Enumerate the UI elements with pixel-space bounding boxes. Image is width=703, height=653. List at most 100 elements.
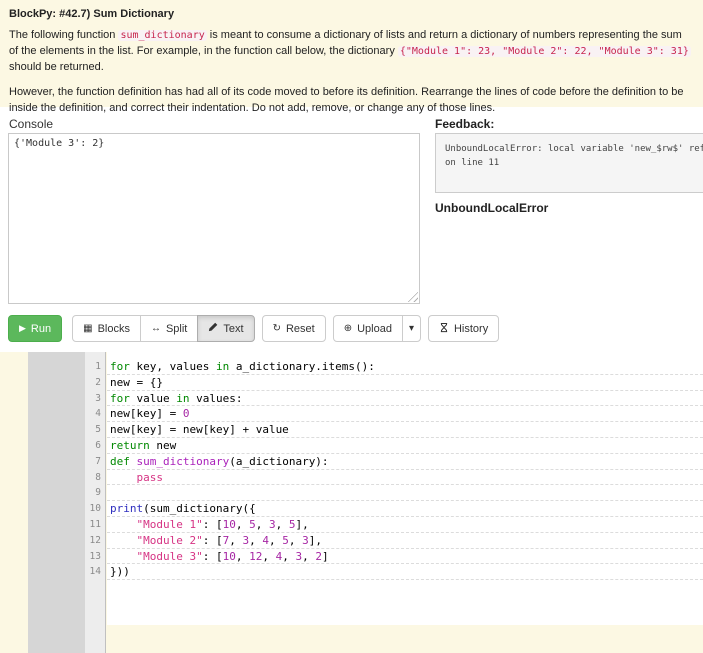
token: in — [176, 391, 190, 405]
token: : [ — [202, 533, 223, 547]
token: sum_dictionary — [136, 454, 230, 468]
inline-code: sum_dictionary — [118, 29, 207, 41]
feedback-line-1: UnboundLocalError: local variable 'new_$… — [445, 144, 703, 154]
upload-dropdown-button[interactable]: ▾ — [401, 315, 421, 342]
code-line-6[interactable]: return new — [107, 438, 703, 454]
token: "Module 1" — [136, 517, 203, 531]
text-label: Text — [223, 322, 244, 335]
blocks-icon: ▦ — [83, 322, 93, 334]
line-number: 3 — [95, 392, 101, 404]
split-arrows-icon: ↔ — [150, 322, 161, 334]
code-line-5[interactable]: new[key] = new[key] + value — [107, 422, 703, 438]
code-line-1[interactable]: for key, values in a_dictionary.items(): — [107, 359, 703, 375]
token: , — [262, 549, 276, 563]
gutter-numbers: 1 2 3 4 5 6 7 8 9 10 11 12 13 14 — [85, 352, 106, 653]
line-number: 7 — [95, 455, 101, 467]
run-button[interactable]: ▶ Run — [8, 315, 63, 342]
token: 0 — [182, 407, 190, 421]
code-line-11[interactable]: "Module 1": [10, 5, 3, 5], — [107, 517, 703, 533]
feedback-line-2: on line 11 — [445, 157, 500, 168]
token: new[key] = — [110, 407, 183, 421]
token: 5 — [249, 517, 256, 531]
reset-icon: ↻ — [272, 322, 281, 334]
reset-label: Reset — [285, 322, 315, 335]
blocks-button[interactable]: ▦ Blocks — [72, 315, 141, 342]
line-number: 6 — [95, 439, 101, 451]
code-line-10[interactable]: print(sum_dictionary({ — [107, 501, 703, 517]
line-number: 11 — [89, 518, 101, 530]
token: , — [229, 533, 243, 547]
token: , — [275, 517, 289, 531]
token: return — [110, 438, 150, 452]
line-number: 5 — [95, 424, 101, 436]
upload-label: Upload — [357, 322, 392, 335]
code-line-4[interactable]: new[key] = 0 — [107, 406, 703, 423]
reset-button[interactable]: ↻ Reset — [261, 315, 326, 342]
mode-button-group: ▦ Blocks ↔ Split Text — [72, 315, 255, 342]
code-line-14[interactable]: })) — [107, 564, 703, 581]
history-label: History — [453, 322, 489, 335]
line-number: 14 — [89, 566, 101, 578]
intro-text: should be returned. — [9, 60, 104, 73]
token: })) — [110, 565, 130, 579]
feedback-label: Feedback: — [435, 117, 495, 131]
instructions-panel: BlockPy: #42.7) Sum Dictionary The follo… — [0, 0, 703, 114]
code-line-9[interactable] — [107, 485, 703, 502]
split-button[interactable]: ↔ Split — [139, 315, 199, 342]
token: for — [110, 360, 130, 373]
line-number: 9 — [95, 487, 101, 499]
history-button[interactable]: History — [427, 315, 500, 342]
line-number: 13 — [89, 550, 101, 562]
editor-left-strip — [28, 352, 85, 653]
token: "Module 3" — [136, 549, 203, 563]
upload-button[interactable]: ⊕ Upload — [332, 315, 403, 342]
blocks-label: Blocks — [97, 322, 130, 335]
token: 2 — [315, 549, 322, 563]
token: new = {} — [110, 375, 163, 389]
token: 10 — [222, 549, 236, 563]
code-lines: for key, values in a_dictionary.items():… — [107, 359, 703, 581]
code-editor[interactable]: for key, values in a_dictionary.items():… — [107, 352, 703, 625]
code-line-3[interactable]: for value in values: — [107, 391, 703, 407]
token: ], — [308, 533, 322, 547]
token: 3 — [302, 533, 309, 547]
text-button[interactable]: Text — [197, 315, 255, 342]
token: new[key] = new[key] + value — [110, 423, 289, 437]
code-line-13[interactable]: "Module 3": [10, 12, 4, 3, 2] — [107, 549, 703, 565]
token: for — [110, 391, 130, 405]
play-icon: ▶ — [19, 323, 26, 333]
token: print — [110, 502, 144, 516]
code-line-12[interactable]: "Module 2": [7, 3, 4, 5, 3], — [107, 533, 703, 549]
line-number: 8 — [95, 471, 101, 483]
code-line-8[interactable]: pass — [107, 470, 703, 486]
split-label: Split — [165, 322, 188, 335]
token: , — [282, 549, 296, 563]
console-output: {'Module 3': 2} — [8, 133, 420, 304]
token: 4 — [262, 533, 269, 547]
line-number: 4 — [95, 408, 101, 420]
code-line-7[interactable]: def sum_dictionary(a_dictionary): — [107, 454, 703, 470]
token: (sum_dictionary({ — [143, 502, 256, 516]
token: pass — [136, 470, 164, 484]
token: 3 — [268, 517, 276, 531]
token: , — [249, 533, 263, 547]
token: in — [215, 360, 230, 373]
run-label: Run — [30, 322, 52, 335]
chevron-down-icon: ▾ — [408, 322, 414, 334]
assignment-title: BlockPy: #42.7) Sum Dictionary — [9, 8, 175, 20]
token: , — [235, 549, 250, 563]
token: 10 — [222, 517, 236, 531]
line-number: 10 — [89, 503, 101, 515]
code-line-2[interactable]: new = {} — [107, 375, 703, 391]
upload-button-group: ⊕ Upload ▾ — [332, 315, 421, 342]
token: def — [110, 454, 130, 468]
token: key, values — [129, 360, 216, 373]
resize-grip[interactable] — [405, 289, 418, 302]
token: : [ — [202, 549, 223, 563]
feedback-message-box: UnboundLocalError: local variable 'new_$… — [435, 133, 703, 193]
token: 12 — [249, 549, 263, 563]
